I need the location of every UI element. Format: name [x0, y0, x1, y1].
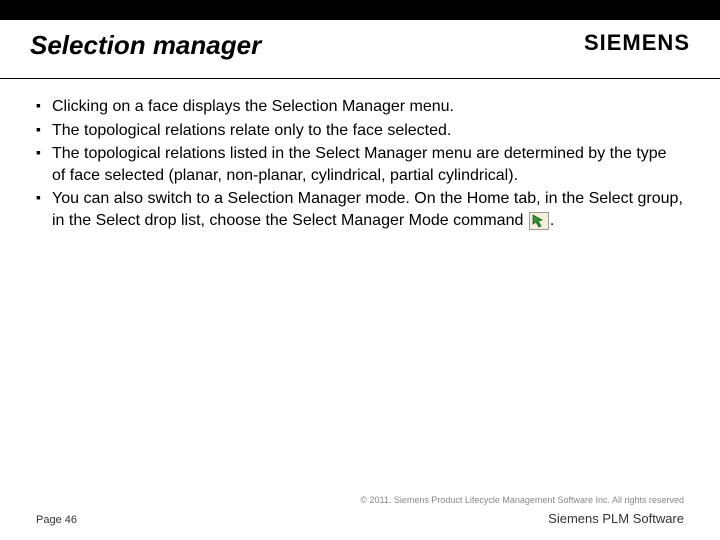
body-content: Clicking on a face displays the Selectio… — [36, 96, 684, 234]
list-item: You can also switch to a Selection Manag… — [36, 188, 684, 231]
footer-line: Page 46 Siemens PLM Software — [36, 511, 684, 526]
page-number: Page 46 — [36, 514, 77, 526]
top-black-bar — [0, 0, 720, 20]
slide: Selection manager SIEMENS Clicking on a … — [0, 0, 720, 540]
list-item-text: Clicking on a face displays the Selectio… — [52, 98, 454, 115]
bullet-list: Clicking on a face displays the Selectio… — [36, 96, 684, 232]
footer: © 2011. Siemens Product Lifecycle Manage… — [36, 495, 684, 526]
list-item-trailing: . — [550, 212, 554, 229]
list-item-text: The topological relations listed in the … — [52, 145, 667, 184]
select-manager-mode-icon — [529, 212, 549, 230]
list-item: The topological relations listed in the … — [36, 143, 684, 186]
header-divider — [0, 78, 720, 79]
list-item-text: You can also switch to a Selection Manag… — [52, 190, 683, 229]
copyright-text: © 2011. Siemens Product Lifecycle Manage… — [36, 495, 684, 505]
siemens-logo: SIEMENS — [584, 30, 690, 56]
list-item: The topological relations relate only to… — [36, 120, 684, 142]
product-name: Siemens PLM Software — [548, 511, 684, 526]
list-item-text: The topological relations relate only to… — [52, 122, 451, 139]
list-item: Clicking on a face displays the Selectio… — [36, 96, 684, 118]
